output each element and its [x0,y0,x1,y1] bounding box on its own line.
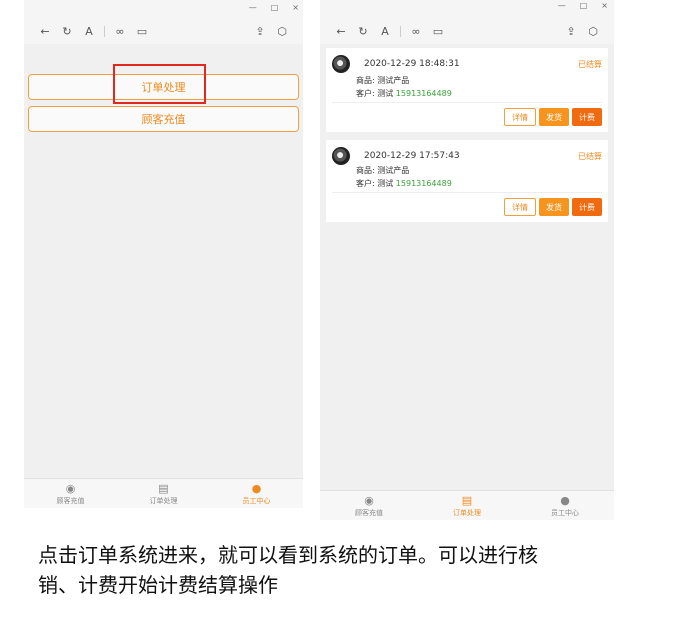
font-icon[interactable]: A [374,25,396,38]
product-label: 商品: [356,76,375,85]
ship-button[interactable]: 发货 [539,198,569,216]
link-icon[interactable]: ∞ [109,25,131,38]
status-badge: 已结算 [578,59,602,69]
clipboard-icon: ▤ [158,481,169,495]
back-icon[interactable]: ← [34,25,56,38]
customer-name: 测试 [377,89,394,98]
toolbar-divider [400,25,401,37]
order-actions: 详情 发货 计费 [504,198,602,216]
link-icon[interactable]: ∞ [405,25,427,38]
charge-button[interactable]: 计费 [572,198,602,216]
order-card: 2020-12-29 17:57:43 已结算 商品: 测试产品 客户: 测试 … [326,140,608,222]
tab-label: 顾客充值 [355,508,383,517]
tab-bar: ◉ 顾客充值 ▤ 订单处理 ● 员工中心 [24,478,303,508]
product-line: 商品: 测试产品 [356,75,409,86]
recharge-icon: ◉ [65,481,76,495]
window-icon[interactable]: ▭ [131,25,153,38]
orders-list: 2020-12-29 18:48:31 已结算 商品: 测试产品 客户: 测试 … [320,44,614,490]
cube-icon[interactable]: ⬡ [582,25,604,38]
tab-customer-recharge[interactable]: ◉ 顾客充值 [320,491,418,520]
minimize-icon[interactable]: — [558,1,566,13]
window-controls: — □ × [558,1,608,13]
tab-bar: ◉ 顾客充值 ▤ 订单处理 ● 员工中心 [320,490,614,520]
caption-text: 点击订单系统进来，就可以看到系统的订单。可以进行核销、计费开始计费结算操作 [38,543,538,597]
detail-button[interactable]: 详情 [504,108,536,126]
customer-label: 客户: [356,179,375,188]
tab-staff-center[interactable]: ● 员工中心 [516,491,614,520]
recharge-icon: ◉ [364,493,374,507]
avatar [332,55,350,73]
close-icon[interactable]: × [292,3,299,15]
person-icon: ● [560,493,570,507]
product-name: 测试产品 [377,166,410,175]
browser-toolbar: ← ↻ A ∞ ▭ ⇪ ⬡ [24,18,303,44]
ship-button[interactable]: 发货 [539,108,569,126]
cube-icon[interactable]: ⬡ [271,25,293,38]
card-divider [332,192,602,193]
order-card: 2020-12-29 18:48:31 已结算 商品: 测试产品 客户: 测试 … [326,48,608,132]
window-controls: — □ × [249,3,299,15]
customer-line: 客户: 测试 15913164489 [356,178,452,189]
charge-button[interactable]: 计费 [572,108,602,126]
toolbar-divider [104,25,105,37]
tab-label: 员工中心 [242,496,271,505]
order-datetime: 2020-12-29 18:48:31 [364,59,460,69]
status-badge: 已结算 [578,151,602,161]
browser-toolbar: ← ↻ A ∞ ▭ ⇪ ⬡ [320,18,614,44]
tab-order-processing[interactable]: ▤ 订单处理 [117,479,210,508]
person-icon: ● [251,481,262,495]
tab-label: 订单处理 [149,496,178,505]
tab-label: 员工中心 [551,508,579,517]
card-divider [332,102,602,103]
product-line: 商品: 测试产品 [356,165,409,176]
close-icon[interactable]: × [601,1,608,13]
tab-customer-recharge[interactable]: ◉ 顾客充值 [24,479,117,508]
left-app-window: — □ × ← ↻ A ∞ ▭ ⇪ ⬡ 订单处理 顾客充值 ◉ 顾客充值 ▤ 订… [24,0,303,508]
tab-order-processing[interactable]: ▤ 订单处理 [418,491,516,520]
customer-line: 客户: 测试 15913164489 [356,88,452,99]
highlight-box [113,64,206,104]
order-header: 2020-12-29 18:48:31 已结算 [332,54,602,74]
minimize-icon[interactable]: — [249,3,257,15]
maximize-icon[interactable]: □ [271,3,279,15]
customer-phone: 15913164489 [395,179,452,188]
tab-staff-center[interactable]: ● 员工中心 [210,479,303,508]
product-name: 测试产品 [377,76,410,85]
font-icon[interactable]: A [78,25,100,38]
refresh-icon[interactable]: ↻ [56,25,78,38]
customer-label: 客户: [356,89,375,98]
back-icon[interactable]: ← [330,25,352,38]
tab-label: 顾客充值 [56,496,85,505]
tab-label: 订单处理 [453,508,481,517]
customer-name: 测试 [377,179,394,188]
customer-recharge-button[interactable]: 顾客充值 [28,106,299,132]
order-header: 2020-12-29 17:57:43 已结算 [332,146,602,166]
share-icon[interactable]: ⇪ [249,25,271,38]
avatar [332,147,350,165]
product-label: 商品: [356,166,375,175]
refresh-icon[interactable]: ↻ [352,25,374,38]
clipboard-icon: ▤ [461,493,473,507]
right-app-window: — □ × ← ↻ A ∞ ▭ ⇪ ⬡ 2020-12-29 18:48:31 … [320,0,614,520]
maximize-icon[interactable]: □ [580,1,588,13]
share-icon[interactable]: ⇪ [560,25,582,38]
detail-button[interactable]: 详情 [504,198,536,216]
order-actions: 详情 发货 计费 [504,108,602,126]
left-content: 订单处理 顾客充值 [24,44,303,478]
window-icon[interactable]: ▭ [427,25,449,38]
customer-phone: 15913164489 [395,89,452,98]
order-datetime: 2020-12-29 17:57:43 [364,151,460,161]
